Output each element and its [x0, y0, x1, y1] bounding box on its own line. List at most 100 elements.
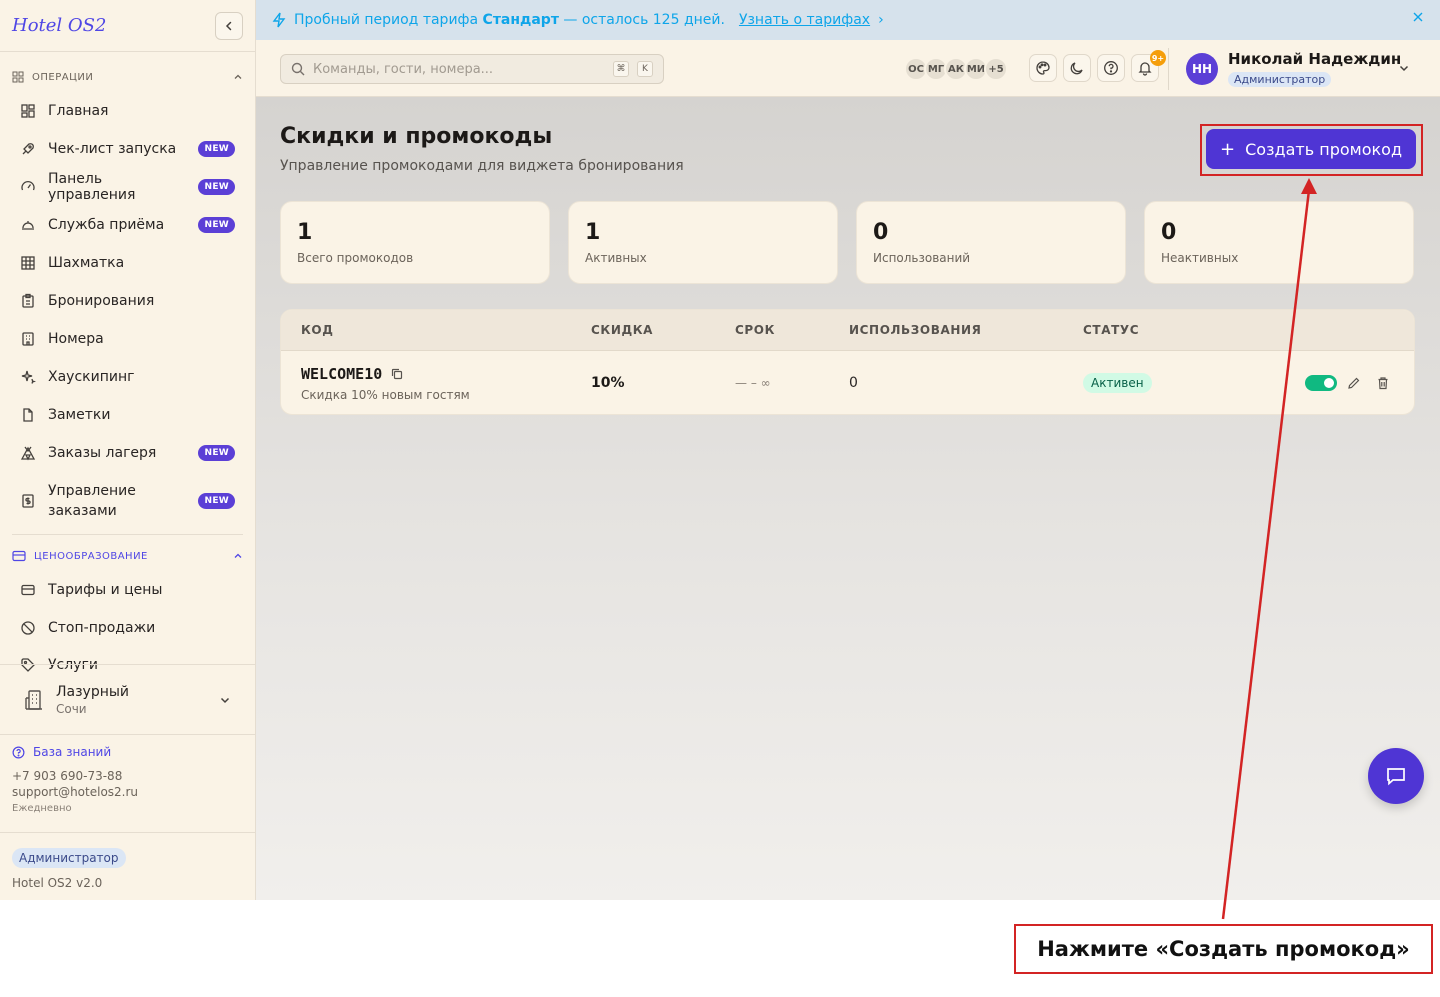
support-email[interactable]: support@hotelos2.ru — [12, 785, 243, 799]
chevron-down-icon — [220, 697, 230, 703]
banner-text: Пробный период тарифа Стандарт — осталос… — [294, 12, 725, 28]
role-badge: Администратор — [12, 848, 126, 868]
pencil-icon — [1348, 377, 1360, 389]
section-operations[interactable]: ОПЕРАЦИИ — [0, 62, 255, 92]
table-row: WELCOME10 Скидка 10% новым гостям 10% — … — [281, 351, 1414, 414]
brand-logo[interactable]: Hotel OS2 — [12, 15, 106, 36]
sidebar-item-label: Номера — [48, 331, 104, 347]
sidebar-item-order-management[interactable]: Управление заказами NEW — [0, 472, 255, 530]
dark-mode-button[interactable] — [1063, 54, 1091, 82]
sidebar-item-label: Служба приёма — [48, 217, 165, 233]
sidebar-item-rates[interactable]: Тарифы и цены — [0, 571, 255, 609]
sidebar-item-chessboard[interactable]: Шахматка — [0, 244, 255, 282]
section-pricing[interactable]: ЦЕНООБРАЗОВАНИЕ — [0, 541, 255, 571]
banner-plan: Стандарт — [482, 12, 559, 28]
stat-card-uses: 0 Использований — [856, 201, 1126, 284]
support-phone[interactable]: +7 903 690-73-88 — [12, 769, 243, 783]
chat-button[interactable] — [1368, 748, 1424, 804]
hotel-switcher[interactable]: Лазурный Сочи — [0, 664, 255, 734]
banner-text-end: — осталось 125 дней. — [563, 12, 725, 28]
sidebar: Hotel OS2 ОПЕРАЦИИ Главная Чек-лист запу… — [0, 0, 256, 900]
kbd-cmd: ⌘ — [613, 61, 629, 77]
user-avatar: НН — [1186, 52, 1218, 85]
stat-label: Неактивных — [1161, 251, 1239, 265]
sidebar-item-control-panel[interactable]: Панель управления NEW — [0, 168, 255, 206]
trial-banner: Пробный период тарифа Стандарт — осталос… — [256, 0, 1440, 40]
card-icon — [20, 582, 36, 598]
sidebar-item-stop-sales[interactable]: Стоп-продажи — [0, 609, 255, 647]
dollar-doc-icon — [20, 493, 36, 509]
stat-value: 1 — [297, 220, 313, 245]
command-search[interactable]: Команды, гости, номера... ⌘ K — [280, 54, 664, 84]
section-pricing-label: ЦЕНООБРАЗОВАНИЕ — [34, 550, 148, 562]
sidebar-item-label: Бронирования — [48, 293, 155, 309]
main-content: Скидки и промокоды Управление промокодам… — [256, 97, 1440, 900]
user-role-badge: Администратор — [1228, 72, 1332, 87]
theme-palette-button[interactable] — [1029, 54, 1057, 82]
section-operations-label: ОПЕРАЦИИ — [32, 71, 94, 83]
sidebar-item-rooms[interactable]: Номера — [0, 320, 255, 358]
promo-active-toggle[interactable] — [1305, 375, 1337, 391]
stat-card-inactive: 0 Неактивных — [1144, 201, 1414, 284]
page-subtitle: Управление промокодами для виджета брони… — [280, 158, 684, 174]
hotel-name: Лазурный — [56, 683, 130, 700]
pricing-link[interactable]: Узнать о тарифах — [739, 12, 870, 28]
sidebar-item-front-desk[interactable]: Служба приёма NEW — [0, 206, 255, 244]
sidebar-item-housekeeping[interactable]: Хаускипинг — [0, 358, 255, 396]
hotel-building-icon — [25, 689, 42, 710]
sidebar-item-notes[interactable]: Заметки — [0, 396, 255, 434]
notifications-button[interactable]: 9+ — [1131, 50, 1166, 82]
brand-header: Hotel OS2 — [0, 0, 255, 52]
promo-term: — – ∞ — [735, 376, 771, 390]
chevron-right-icon: › — [878, 12, 884, 28]
new-badge: NEW — [198, 179, 235, 195]
palette-icon — [1036, 61, 1050, 75]
building-icon — [20, 331, 36, 347]
avatar-more[interactable]: +5 — [984, 57, 1008, 81]
promo-code: WELCOME10 — [301, 365, 404, 383]
search-icon — [291, 62, 305, 76]
sidebar-item-camp-orders[interactable]: Заказы лагеря NEW — [0, 434, 255, 472]
new-badge: NEW — [198, 141, 235, 157]
help-button[interactable] — [1097, 54, 1125, 82]
card-icon — [12, 550, 26, 562]
new-badge: NEW — [198, 493, 235, 509]
user-menu[interactable]: НН Николай Надеждин Администратор — [1186, 50, 1401, 87]
trash-icon — [1378, 377, 1388, 390]
search-input[interactable]: Команды, гости, номера... — [313, 62, 605, 77]
file-icon — [20, 407, 36, 423]
annotation-highlight-box — [1200, 124, 1423, 176]
notification-count-badge: 9+ — [1150, 50, 1166, 66]
sparkles-icon — [20, 369, 36, 385]
chevron-down-icon[interactable] — [1398, 62, 1410, 74]
delete-button[interactable] — [1376, 375, 1390, 394]
divider — [12, 534, 243, 535]
column-header-code: КОД — [301, 323, 334, 337]
copy-icon[interactable] — [390, 367, 404, 381]
annotation-callout: Нажмите «Создать промокод» — [1014, 924, 1433, 974]
stat-label: Активных — [585, 251, 647, 265]
sidebar-item-bookings[interactable]: Бронирования — [0, 282, 255, 320]
new-badge: NEW — [198, 445, 235, 461]
rocket-icon — [20, 141, 36, 157]
user-name: Николай Надеждин — [1228, 50, 1402, 68]
chat-icon — [1387, 768, 1405, 786]
sidebar-item-home[interactable]: Главная — [0, 92, 255, 130]
close-banner-button[interactable] — [1412, 11, 1424, 27]
bell-service-icon — [20, 217, 36, 233]
collapse-sidebar-button[interactable] — [215, 11, 243, 40]
dashboard-icon — [20, 103, 36, 119]
column-header-uses: ИСПОЛЬЗОВАНИЯ — [849, 323, 982, 337]
lightning-icon — [272, 12, 286, 28]
edit-button[interactable] — [1347, 375, 1361, 394]
stat-label: Всего промокодов — [297, 251, 414, 265]
online-users[interactable]: ОС МГ АК МИ +5 — [904, 57, 1008, 81]
tent-icon — [20, 445, 36, 461]
sidebar-item-label: Управление заказами — [48, 483, 136, 519]
moon-icon — [1070, 62, 1083, 75]
stat-label: Использований — [873, 251, 971, 265]
stats-row: 1 Всего промокодов 1 Активных 0 Использо… — [280, 201, 1414, 284]
stat-card-total: 1 Всего промокодов — [280, 201, 550, 284]
knowledge-base-link[interactable]: База знаний — [12, 745, 243, 759]
sidebar-item-launch-checklist[interactable]: Чек-лист запуска NEW — [0, 130, 255, 168]
